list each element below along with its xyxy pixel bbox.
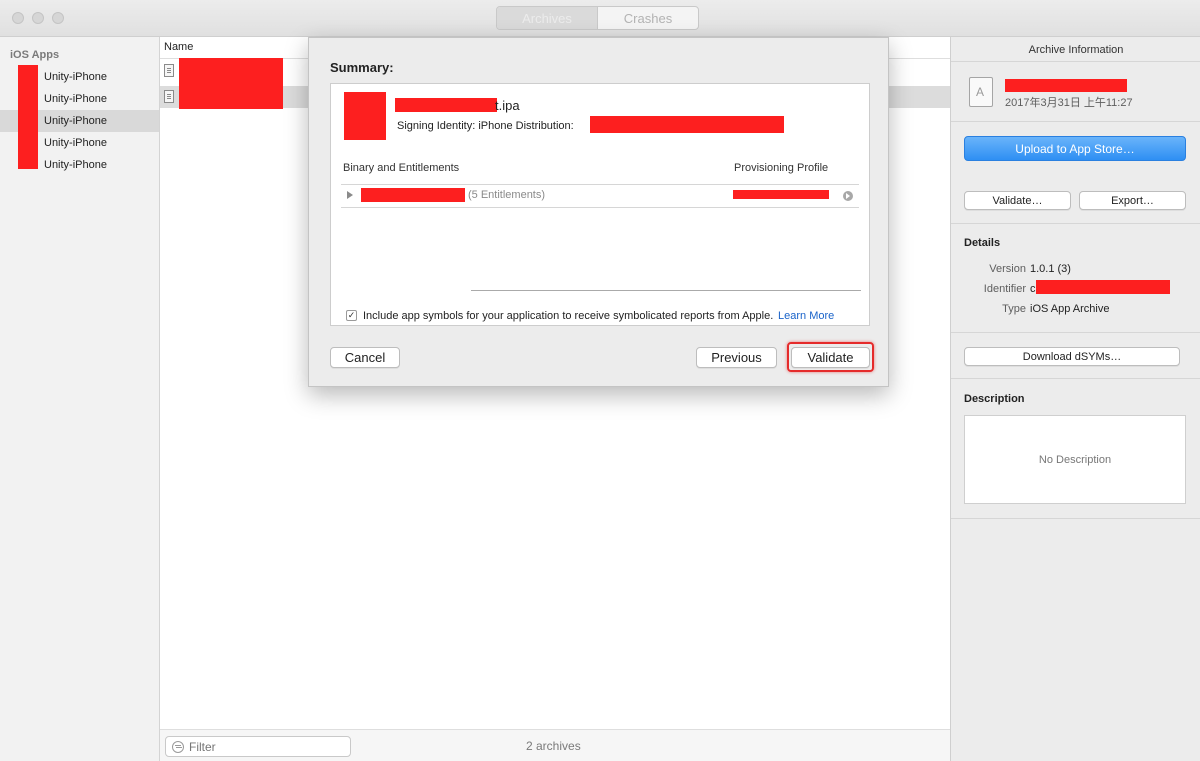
sidebar-header: iOS Apps [10,49,60,61]
sidebar-item-label: Unity-iPhone [44,137,107,149]
previous-button[interactable]: Previous [696,347,777,368]
redaction-archive-names [179,58,283,109]
redaction-ipa-name [395,98,497,112]
redaction-profile-name [733,190,829,199]
description-title: Description [964,393,1025,405]
redaction-binary-name [361,188,465,202]
tab-archives[interactable]: Archives [497,7,598,29]
signing-identity: Signing Identity: iPhone Distribution: [397,120,574,132]
summary-panel: t.ipa Signing Identity: iPhone Distribut… [330,83,870,326]
sidebar-item-label: Unity-iPhone [44,115,107,127]
details-title: Details [964,237,1001,249]
version-value: 1.0.1 (3) [1030,263,1071,275]
apps-sidebar: iOS Apps Unity-iPhone Unity-iPhone Unity… [0,37,160,761]
inspector-title: Archive Information [1028,44,1124,56]
sheet-title: Summary: [330,60,394,75]
divider [471,290,861,291]
go-arrow-icon[interactable] [843,191,853,201]
redaction-archive-title [1005,79,1127,92]
upload-to-app-store-button[interactable]: Upload to App Store… [964,136,1186,161]
zoom-window-button[interactable] [52,12,64,24]
no-description-placeholder: No Description [1038,453,1112,466]
divider [951,223,1200,224]
divider [951,61,1200,62]
validate-summary-sheet: Summary: t.ipa Signing Identity: iPhone … [308,37,889,387]
redaction-app-icons [18,65,38,169]
version-label: Version [989,263,1026,275]
description-field[interactable]: No Description [964,415,1186,504]
filter-field[interactable] [165,736,351,757]
archive-count: 2 archives [526,739,581,753]
minimize-window-button[interactable] [32,12,44,24]
redaction-signing-identity [590,116,784,133]
divider [951,518,1200,519]
identifier-value: c [1030,283,1036,295]
close-window-button[interactable] [12,12,24,24]
redaction-identifier [1036,280,1170,294]
tab-crashes[interactable]: Crashes [598,7,698,29]
entitlements-count: (5 Entitlements) [468,189,546,201]
divider [951,332,1200,333]
validate-highlight-annotation [787,342,874,372]
disclosure-triangle-icon[interactable] [347,191,353,199]
divider [951,378,1200,379]
document-icon [164,64,174,77]
learn-more-link[interactable]: Learn More [778,310,834,322]
binary-entitlements-header: Binary and Entitlements [343,162,460,174]
filter-input[interactable] [189,739,339,754]
binary-row[interactable]: (5 Entitlements) [341,184,859,208]
provisioning-profile-header: Provisioning Profile [734,162,829,174]
redaction-app-icon [344,92,386,140]
include-symbols-checkbox[interactable]: ✓ [346,310,357,321]
ipa-file-name: t.ipa [495,98,520,113]
sidebar-item-label: Unity-iPhone [44,159,107,171]
type-value: iOS App Archive [1030,303,1110,315]
download-dsyms-button[interactable]: Download dSYMs… [964,347,1180,366]
validate-button[interactable]: Validate… [964,191,1071,210]
include-symbols-label: Include app symbols for your application… [363,310,774,322]
view-segmented-control: Archives Crashes [496,6,699,30]
filter-icon [172,740,184,753]
export-button[interactable]: Export… [1079,191,1186,210]
app-archive-icon [969,77,993,107]
sidebar-item-label: Unity-iPhone [44,71,107,83]
document-icon [164,90,174,103]
archive-date: 2017年3月31日 上午11:27 [1005,97,1133,109]
cancel-button[interactable]: Cancel [330,347,400,368]
archive-inspector: Archive Information 2017年3月31日 上午11:27 U… [950,37,1200,761]
sidebar-item-label: Unity-iPhone [44,93,107,105]
type-label: Type [1002,303,1026,315]
list-footer: 2 archives [160,729,950,761]
identifier-label: Identifier [983,283,1026,295]
divider [951,121,1200,122]
title-bar: Archives Crashes [0,0,1200,37]
